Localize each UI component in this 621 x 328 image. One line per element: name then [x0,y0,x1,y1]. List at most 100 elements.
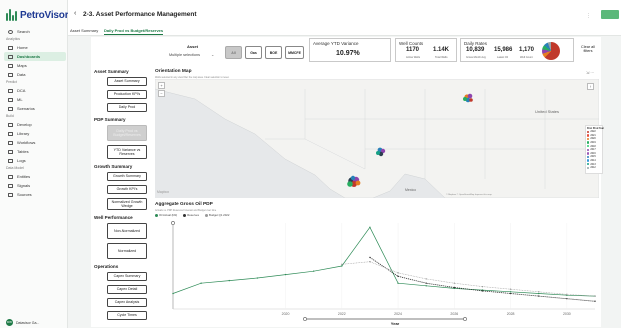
slider-handle-start[interactable] [303,317,307,321]
asset-slicer-label: Asset [187,44,198,49]
ytd-variance-value: 10.97% [336,50,360,57]
sidebar-item-workflows[interactable]: Workflows [4,138,66,147]
map-legend-label: 2014 [590,159,596,163]
dashboard-icon [8,54,13,59]
sidebar-item-logs[interactable]: Logs [4,156,66,165]
y-zoom-handle[interactable] [171,221,175,225]
data-point [425,278,427,280]
sidebar-item-label: Maps [17,63,27,68]
nav-button-growth-kpi-s[interactable]: Growth KPI's [107,185,147,194]
sidebar-section-title: Build [6,114,14,118]
nav-button-growth-summary[interactable]: Growth Summary [107,172,147,181]
sidebar-item-data[interactable]: Data [4,70,66,79]
data-icon [8,72,13,77]
entities-icon [8,174,13,179]
slider-handle-end[interactable] [463,317,467,321]
nav-button-ytd-variance-vs-reserves[interactable]: YTD Variance vs Reserves [107,145,147,159]
clear-filters-button[interactable]: Clear all filters [578,45,598,54]
x-axis-title: Year [391,321,400,326]
data-point [397,275,399,278]
nav-button-capex-detail[interactable]: Capex Detail [107,285,147,294]
sidebar-item-dashboards[interactable]: Dashboards [4,52,66,61]
sidebar-search[interactable]: Search [4,27,66,36]
sidebar-item-ml[interactable]: ML [4,95,66,104]
chip-mmcfe[interactable]: MMCFE [285,46,304,59]
nav-button-daily-prod-vs-budget-reserves[interactable]: Daily Prod vs Budget/Reserves [107,125,147,141]
dca-icon [8,88,13,93]
data-point [594,295,596,297]
report-canvas: Asset Multiple selections ⌄ All Gas BOE … [91,37,604,327]
header: ‹ 2-3. Asset Performance Management ⋮ [68,0,621,26]
sidebar-nav: Search Analytics Home Dashboards Maps Data Pr… [4,27,66,199]
map-legend-label: 2012 [590,166,596,170]
data-point [369,256,371,259]
sidebar-item-home[interactable]: Home [4,43,66,52]
sidebar-item-label: Scenarios [17,106,35,111]
data-point [509,291,512,293]
visual-options-icon[interactable]: ⇲⋯ [586,70,595,75]
chip-gas[interactable]: Gas [245,46,262,59]
sidebar: PetroVisor Search Analytics Home Dashboard… [0,0,69,328]
line-chart-canvas[interactable]: 2020 2022 2024 2026 2028 2030 Year [155,217,599,327]
nav-button-asset-summary[interactable]: Asset Summary [107,77,147,86]
nav-button-normalized[interactable]: Normalized [107,243,147,259]
back-icon[interactable]: ‹ [74,10,76,17]
map-title: Orientation Map [155,69,192,74]
chip-all[interactable]: All [225,46,242,59]
map-compass-button[interactable]: ↑ [587,83,594,90]
well-count-label: Well Count [520,56,533,59]
map-icon [8,63,13,68]
user-profile[interactable]: DW Datavisor Ga... [6,319,39,326]
sidebar-item-scenarios[interactable]: Scenarios [4,104,66,113]
panel-section-title: Operations [94,264,119,269]
sidebar-item-entities[interactable]: Entities [4,172,66,181]
data-point [397,272,399,274]
sidebar-item-tables[interactable]: Tables [4,147,66,156]
data-point [425,285,427,287]
x-tick-label: 2020 [282,312,290,316]
first-prod-year-donut[interactable] [542,42,560,60]
well-count-value: 1,170 [519,47,535,53]
nav-button-daily-prod[interactable]: Daily Prod [107,103,147,112]
header-action-button[interactable] [601,10,619,19]
tab-asset-summary[interactable]: Asset Summary [70,28,98,33]
nav-button-normalized-growth-wedge[interactable]: Normalized Growth Wedge [107,198,147,210]
data-point [509,292,512,295]
nav-button-non-normalized[interactable]: Non-Normalized [107,223,147,239]
gross-month-avg-label: Gross Month Avg [466,56,486,59]
well-counts-card: Well Counts 1170 Active Wells 1.14K Tota… [395,38,457,62]
ytd-variance-title: Average YTD Variance [313,41,359,46]
map-legend-item[interactable]: 2012 [586,166,602,170]
map-zoom-in-button[interactable]: + [158,82,165,89]
nav-button-capex-analysis[interactable]: Capex Analysis [107,298,147,307]
sidebar-item-maps[interactable]: Maps [4,61,66,70]
ml-icon [8,97,13,102]
sidebar-item-dca[interactable]: DCA [4,86,66,95]
nav-button-production-kpi-s[interactable]: Production KPI's [107,90,147,99]
panel-section-title: Growth Summary [94,164,133,169]
more-options-icon[interactable]: ⋮ [586,13,591,19]
data-point [453,282,456,284]
tab-daily-prod-vs-budget[interactable]: Daily Prod vs Budget/Reserves [104,28,164,35]
asset-slicer[interactable]: Asset Multiple selections ⌄ [157,40,221,60]
chart-title: Aggregate Gross Oil PDP [155,202,213,207]
sidebar-item-library[interactable]: Library [4,129,66,138]
chip-boe[interactable]: BOE [265,46,282,59]
sidebar-item-develop[interactable]: Develop [4,120,66,129]
map-attribution[interactable]: © Mapbox © OpenStreetMap Improve this ma… [446,194,492,196]
ytd-variance-card: Average YTD Variance 10.97% [309,38,391,62]
app-logo[interactable]: PetroVisor [6,8,69,22]
map-zoom-out-button[interactable]: − [158,90,165,97]
sidebar-search-label: Search [17,29,30,34]
map-legend-label: 2022 [590,130,596,134]
total-wells-label: Total Wells [435,56,448,59]
logo-icon [6,9,17,21]
sidebar-item-sources[interactable]: Sources [4,190,66,199]
sidebar-item-signals[interactable]: Signals [4,181,66,190]
data-point [312,270,315,272]
nav-button-capex-summary[interactable]: Capex Summary [107,272,147,281]
map-canvas[interactable]: United States Mexico [155,79,599,198]
sidebar-item-label: Workflows [17,140,36,145]
nav-button-cycle-times[interactable]: Cycle Times [107,311,147,320]
sidebar-item-label: DCA [17,88,26,93]
